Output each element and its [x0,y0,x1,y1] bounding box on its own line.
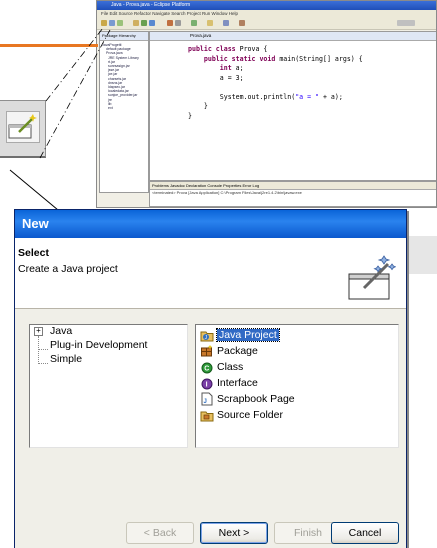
console-tabs: Problems Javadoc Declaration Console Pro… [150,182,436,190]
wizard-source-folder[interactable]: Source Folder [200,407,283,423]
wizard-list[interactable]: J Java Project Package C Class I Interfa… [195,324,399,448]
wizard-package[interactable]: Package [200,343,258,359]
code-line: } [188,102,208,110]
code-keyword: int [219,64,236,72]
wizard-label: Source Folder [217,409,283,421]
interface-icon: I [201,378,213,390]
editor-code: public class Prova { public static void … [150,41,436,121]
wizard-label: Scrapbook Page [217,393,295,405]
eclipse-title-bar: Java - Prova.java - Eclipse Platform [97,1,436,10]
next-button[interactable]: Next > [200,522,268,544]
zoomed-new-wizard-button [6,111,40,143]
banner-title: Select [18,247,49,259]
tree-item-java[interactable]: Java [50,325,72,337]
new-wizard-dialog: New Select Create a Java project + Java … [14,209,407,548]
tree-connector [38,336,39,364]
code-keyword: public class [188,45,240,53]
editor-tab: Prova.java [150,32,436,41]
package-explorer-view: Package Hierarchy JavaProgetti default pa… [99,31,149,193]
dialog-title[interactable]: New [15,210,406,238]
wizard-class[interactable]: C Class [200,359,243,375]
dialog-banner: Select Create a Java project [15,238,406,309]
code-line: int a; [219,64,244,72]
eclipse-menu-bar: File Edit Source Refactor Navigate Searc… [97,10,436,17]
class-icon: C [201,362,213,374]
tree-connector [39,363,48,364]
new-wizard-icon [8,114,37,139]
cancel-button[interactable]: Cancel [331,522,399,544]
code-line: System.out.println("a = " + a); [188,92,343,101]
code-string: "a = " [295,92,320,101]
code-line: } [188,111,192,120]
source-folder-icon [200,411,214,422]
wizard-interface[interactable]: I Interface [200,375,258,391]
expand-java-icon[interactable]: + [34,327,43,336]
scrapbook-page-icon: J [201,392,213,406]
wizard-label: Package [217,345,258,357]
svg-text:I: I [206,382,208,389]
svg-text:J: J [204,399,207,405]
wizard-scrapbook-page[interactable]: J Scrapbook Page [200,391,295,407]
package-explorer-item: ext [108,106,113,111]
new-wizard-banner-icon [348,255,396,300]
code-line: public class Prova { [188,45,268,53]
svg-text:C: C [204,366,209,373]
category-tree[interactable]: + Java Plug-in Development Simple [29,324,188,448]
zoomed-toolbar-callout [0,100,46,158]
java-project-icon: J [200,331,214,342]
wizard-java-project[interactable]: J Java Project [200,327,280,343]
wizard-label: Interface [217,377,258,389]
tree-item-plugin-development[interactable]: Plug-in Development [50,339,147,351]
code-line: a = 3; [188,73,244,82]
package-explorer-tabs: Package Hierarchy [100,32,148,41]
package-explorer-tree: JavaProgetti default package Prova.java JRE… [100,41,148,112]
eclipse-screenshot: Java - Prova.java - Eclipse Platform Fil… [96,0,437,208]
wizard-label: Class [217,361,244,373]
code-line: public static void main(String[] args) { [203,54,363,63]
banner-message: Create a Java project [18,263,118,275]
eclipse-toolbar [97,17,436,30]
java-editor: Prova.java public class Prova { public s… [149,31,436,181]
wizard-label: Java Project [216,328,280,342]
tree-item-simple[interactable]: Simple [50,353,82,365]
back-button[interactable]: < Back [126,522,194,544]
tree-connector [39,349,48,350]
accent-bar [0,44,98,47]
console-line: <terminated> Prova [Java Application] C:… [152,190,302,195]
code-keyword: public static void [203,54,280,63]
console-view: Problems Javadoc Declaration Console Pro… [149,181,436,207]
package-icon [201,345,213,357]
